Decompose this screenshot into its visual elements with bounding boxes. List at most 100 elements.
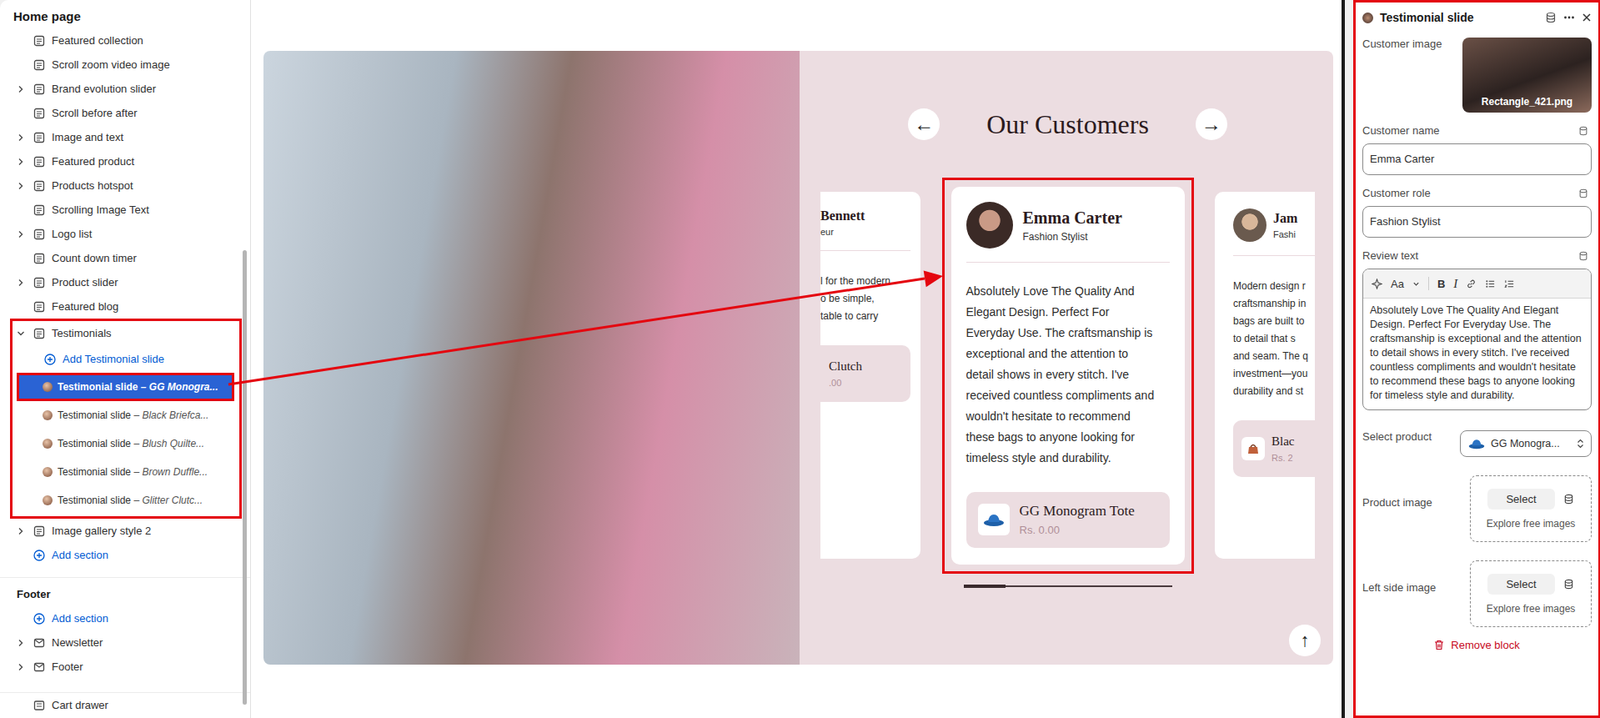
customer-image[interactable]: Rectangle_421.png [1462, 37, 1592, 113]
add-section-button[interactable]: Add section [0, 542, 251, 567]
database-icon[interactable] [1578, 250, 1589, 261]
next-button[interactable]: → [1195, 108, 1228, 141]
text-input[interactable]: Emma Carter [1362, 143, 1592, 176]
select-button[interactable]: Select [1487, 488, 1555, 510]
section-row[interactable]: Featured product [0, 149, 251, 174]
panel-header: Testimonial slide [1362, 2, 1592, 33]
database-icon[interactable] [1544, 11, 1557, 24]
section-row[interactable]: Testimonials [12, 321, 240, 346]
select-button[interactable]: Select [1487, 573, 1555, 595]
preview-canvas: ← Our Customers → Bennett eur l for the … [250, 0, 1342, 718]
bullet-list-icon[interactable] [1484, 278, 1496, 290]
panel-title: Testimonial slide [1379, 10, 1539, 25]
section-icon [33, 204, 46, 216]
testimonial-card[interactable]: Bennett eur l for the moderno be simple,… [820, 191, 921, 559]
section-group: Featured collection [0, 28, 251, 53]
section-group: Featured product [0, 149, 251, 174]
prev-button[interactable]: ← [907, 108, 940, 141]
section-row[interactable]: Featured collection [0, 28, 251, 53]
cart-drawer-row[interactable]: Cart drawer [0, 692, 251, 718]
product-box[interactable]: GG Monogram Tote Rs. 0.00 [966, 491, 1170, 548]
more-icon[interactable] [1563, 11, 1575, 24]
chevron-icon[interactable] [16, 133, 34, 142]
section-row[interactable]: Brand evolution slider [0, 76, 251, 101]
product-box[interactable]: Blac Rs. 2 [1233, 420, 1315, 477]
section-row[interactable]: Image and text [0, 125, 251, 150]
section-label: Count down timer [51, 251, 137, 265]
testimonial-card[interactable]: Jam Fashi Modern design rcraftsmanship i… [1214, 191, 1315, 559]
scrollbar[interactable] [242, 250, 247, 705]
section-row[interactable]: Scroll zoom video image [0, 52, 251, 77]
section-row[interactable]: Product slider [0, 270, 251, 295]
product-box[interactable]: Clutch .00 [820, 345, 911, 402]
section-row[interactable]: Featured blog [0, 294, 251, 319]
chevron-icon[interactable] [16, 662, 34, 672]
section-label: Image and text [51, 130, 124, 144]
section-group: Scroll before after [0, 100, 251, 126]
section-label: Cart drawer [51, 698, 109, 712]
section-row[interactable]: Logo list [0, 221, 251, 246]
section-label: Logo list [51, 227, 92, 241]
rich-text-editor[interactable]: Aa B I Absolutely Love The Quality And E… [1362, 268, 1592, 411]
chevron-icon[interactable] [16, 230, 34, 239]
chevron-icon[interactable] [16, 329, 34, 338]
dropdown-icon[interactable] [1412, 280, 1420, 288]
database-icon[interactable] [1578, 188, 1589, 199]
editor-toolbar: Aa B I [1363, 269, 1591, 299]
font-size-button[interactable]: Aa [1390, 277, 1405, 291]
chevron-icon[interactable] [16, 526, 34, 536]
sparkle-icon[interactable] [1371, 278, 1383, 290]
scroll-top-button[interactable]: ↑ [1289, 624, 1321, 657]
chevron-icon[interactable] [16, 638, 34, 648]
section-icon [33, 525, 46, 537]
section-row[interactable]: Footer [0, 654, 251, 679]
database-icon[interactable] [1563, 578, 1575, 590]
product-select[interactable]: GG Monogra... [1459, 430, 1592, 457]
section-row[interactable]: Scroll before after [0, 100, 251, 126]
explore-images-link[interactable]: Explore free images [1486, 602, 1576, 615]
explore-images-link[interactable]: Explore free images [1486, 517, 1576, 530]
section-row[interactable]: Scrolling Image Text [0, 197, 251, 222]
section-group: Brand evolution slider [0, 76, 251, 101]
block-row[interactable]: Testimonial slide – Blush Quilte... [12, 429, 240, 458]
add-section-button[interactable]: Add section [0, 606, 251, 631]
plus-circle-icon [33, 612, 46, 625]
block-row[interactable]: Testimonial slide – Black Briefca... [12, 401, 240, 430]
link-icon[interactable] [1465, 278, 1477, 290]
field-label: Customer role [1362, 186, 1431, 200]
database-icon[interactable] [1563, 493, 1575, 505]
text-input[interactable]: Fashion Stylist [1362, 205, 1592, 238]
product-name: Blac [1271, 435, 1295, 449]
section-row[interactable]: Products hotspot [0, 173, 251, 198]
plus-circle-icon [33, 549, 46, 562]
add-block-button[interactable]: Add Testimonial slide [12, 345, 240, 373]
close-icon[interactable] [1581, 12, 1592, 23]
testimonial-card[interactable]: Emma Carter Fashion Stylist Absolutely L… [951, 186, 1185, 565]
review-field: Review text Aa B I Absolutely Love The Q… [1362, 249, 1592, 411]
numbered-list-icon[interactable] [1504, 278, 1515, 290]
chevron-icon[interactable] [16, 181, 34, 191]
section-row[interactable]: Image gallery style 2 [0, 518, 251, 543]
chevron-icon[interactable] [16, 278, 34, 287]
chevron-icon[interactable] [16, 85, 34, 94]
bold-button[interactable]: B [1437, 277, 1445, 291]
section-label: Footer [51, 660, 84, 673]
block-row[interactable]: Testimonial slide – Brown Duffle... [12, 457, 240, 487]
video-frame [263, 50, 800, 665]
section-icon [33, 300, 46, 313]
italic-button[interactable]: I [1453, 276, 1458, 291]
block-row[interactable]: Testimonial slide – Glitter Clutc... [12, 486, 240, 515]
section-row[interactable]: Newsletter [0, 630, 251, 655]
database-icon[interactable] [1578, 125, 1589, 136]
block-thumbnail [1362, 12, 1374, 24]
section-group: Featured blog [0, 294, 251, 319]
customer-role: Fashion Stylist [1023, 230, 1123, 243]
customer-role: eur [820, 226, 865, 237]
slider-progress[interactable] [963, 585, 1173, 587]
block-row[interactable]: Testimonial slide – GG Monogra... [16, 372, 235, 402]
section-row[interactable]: Count down timer [0, 245, 251, 271]
customer-role: Fashi [1273, 229, 1298, 240]
remove-block-button[interactable]: Remove block [1362, 638, 1592, 652]
review-text-input[interactable]: Absolutely Love The Quality And Elegant … [1363, 298, 1591, 410]
chevron-icon[interactable] [16, 157, 34, 166]
